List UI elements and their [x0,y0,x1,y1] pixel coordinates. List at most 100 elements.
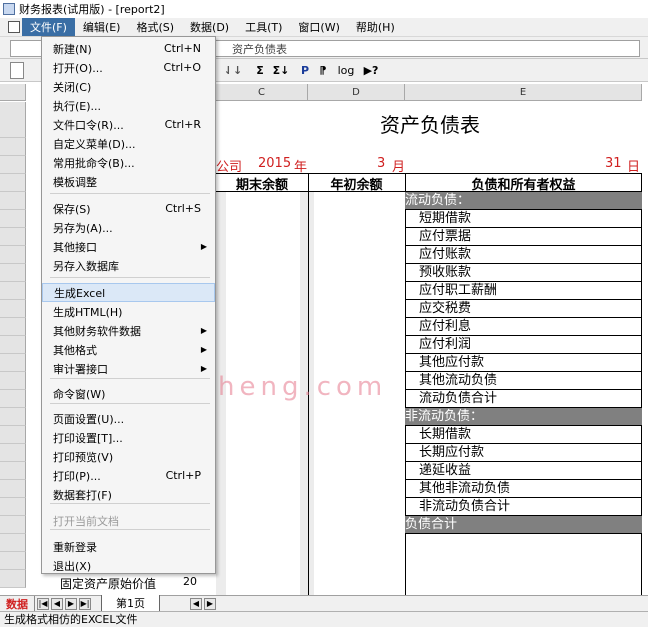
file-menu-item[interactable]: 打印设置[T]... [42,428,215,447]
hscroll-left-icon[interactable]: ◀ [190,597,202,610]
liability-row[interactable]: 非流动负债： [405,408,642,426]
file-menu-item[interactable]: 另存为(A)... [42,218,215,237]
row-header[interactable] [0,192,26,210]
row-header[interactable] [0,552,26,570]
data-tab[interactable]: 数据 [0,595,35,612]
new-doc-icon[interactable] [10,62,24,79]
menu-tools[interactable]: 工具(T) [237,18,290,36]
liability-row[interactable]: 应付利息 [405,318,642,336]
row-header[interactable] [0,462,26,480]
column-header-c[interactable]: C [216,84,308,101]
file-menu-item[interactable]: 常用批命令(B)... [42,153,215,172]
menu-window[interactable]: 窗口(W) [290,18,347,36]
file-menu-item[interactable]: 重新登录 [42,537,215,556]
hscroll-right-icon[interactable]: ▶ [204,597,216,610]
row-header[interactable] [0,318,26,336]
file-menu-item[interactable]: 打开(O)... Ctrl+O [42,58,215,77]
liability-row[interactable]: 应付职工薪酬 [405,282,642,300]
row-header[interactable] [0,174,26,192]
liability-row[interactable]: 应付票据 [405,228,642,246]
liability-row[interactable]: 其他应付款 [405,354,642,372]
p-icon[interactable]: P [298,62,312,79]
menu-help[interactable]: 帮助(H) [348,18,403,36]
file-menu-item[interactable]: 数据套打(F) [42,485,215,504]
menu-file[interactable]: 文件(F) [22,18,75,36]
file-menu-item[interactable]: 文件口令(R)... Ctrl+R [42,115,215,134]
sum-icon[interactable]: Σ [252,62,268,79]
row-header[interactable] [0,516,26,534]
row-header[interactable] [0,210,26,228]
file-menu-item[interactable]: 其他接口 ▶ [42,237,215,256]
liability-row[interactable]: 长期应付款 [405,444,642,462]
file-menu-item[interactable]: 审计署接口 ▶ [42,359,215,378]
file-menu-item[interactable]: 生成HTML(H) [42,302,215,321]
row-header[interactable] [0,138,26,156]
help-pointer-icon[interactable]: ▶? [362,62,380,79]
row-header[interactable] [0,444,26,462]
sort-sum-icon[interactable]: Σ↓ [272,62,290,79]
row-header[interactable] [0,336,26,354]
row-header[interactable] [0,264,26,282]
file-menu-item[interactable]: 自定义菜单(D)... [42,134,215,153]
file-menu-item[interactable]: 保存(S) Ctrl+S [42,199,215,218]
row-header[interactable] [0,408,26,426]
document-icon[interactable] [8,21,20,33]
row-header[interactable] [0,570,26,588]
file-menu-item[interactable]: 其他格式 ▶ [42,340,215,359]
file-menu-item[interactable]: 打开当前文档 [42,511,215,530]
row-header[interactable] [0,426,26,444]
file-menu-item[interactable]: 页面设置(U)... [42,409,215,428]
liability-row[interactable]: 递延收益 [405,462,642,480]
row-header[interactable] [0,534,26,552]
liability-row[interactable]: 应付账款 [405,246,642,264]
file-menu-item[interactable]: 命令窗(W) [42,384,215,403]
liability-row[interactable]: 应交税费 [405,300,642,318]
file-menu-item[interactable]: 退出(X) [42,556,215,575]
log-icon[interactable]: log [336,62,356,79]
liability-row[interactable]: 流动负债： [405,192,642,210]
liability-row[interactable]: 非流动负债合计 [405,498,642,516]
liability-row[interactable]: 短期借款 [405,210,642,228]
row-header[interactable] [0,372,26,390]
menu-edit[interactable]: 编辑(E) [75,18,129,36]
file-menu-item[interactable]: 关闭(C) [42,77,215,96]
liability-row[interactable]: 其他流动负债 [405,372,642,390]
liability-row[interactable]: 负债合计 [405,516,642,534]
prev-sheet-icon[interactable]: ◀ [51,597,63,610]
menu-format[interactable]: 格式(S) [128,18,182,36]
file-menu-item[interactable]: 打印(P)... Ctrl+P [42,466,215,485]
first-sheet-icon[interactable]: |◀ [37,597,49,610]
row-header[interactable] [0,480,26,498]
file-menu-item[interactable]: 模板调整 [42,172,215,191]
file-menu-item[interactable]: 生成Excel [42,283,215,302]
partial-row-number: 20 [183,575,197,588]
row-header[interactable] [0,390,26,408]
row-header[interactable] [0,246,26,264]
sort-desc-icon[interactable]: ⇃↓ [222,62,244,79]
row-header[interactable] [0,300,26,318]
file-menu-item[interactable]: 另存入数据库 [42,256,215,275]
align-icon[interactable]: ⁋ [316,62,330,79]
row-header[interactable] [0,228,26,246]
row-header[interactable] [0,282,26,300]
file-menu-item[interactable]: 新建(N) Ctrl+N [42,39,215,58]
liability-row[interactable]: 长期借款 [405,426,642,444]
file-menu-item[interactable]: 执行(E)... [42,96,215,115]
liability-row[interactable]: 流动负债合计 [405,390,642,408]
menu-data[interactable]: 数据(D) [182,18,237,36]
file-menu-item[interactable]: 打印预览(V) [42,447,215,466]
row-header[interactable] [0,354,26,372]
file-menu-item[interactable]: 其他财务软件数据 ▶ [42,321,215,340]
last-sheet-icon[interactable]: ▶| [79,597,91,610]
corner-cell[interactable] [0,84,26,101]
liability-row[interactable]: 应付利润 [405,336,642,354]
row-header[interactable] [0,156,26,174]
row-header[interactable] [0,498,26,516]
column-header-d[interactable]: D [308,84,405,101]
sheet-tab-page1[interactable]: 第1页 [101,595,160,612]
column-header-e[interactable]: E [405,84,642,101]
liability-row[interactable]: 其他非流动负债 [405,480,642,498]
next-sheet-icon[interactable]: ▶ [65,597,77,610]
liability-row[interactable]: 预收账款 [405,264,642,282]
row-header[interactable] [0,102,26,138]
